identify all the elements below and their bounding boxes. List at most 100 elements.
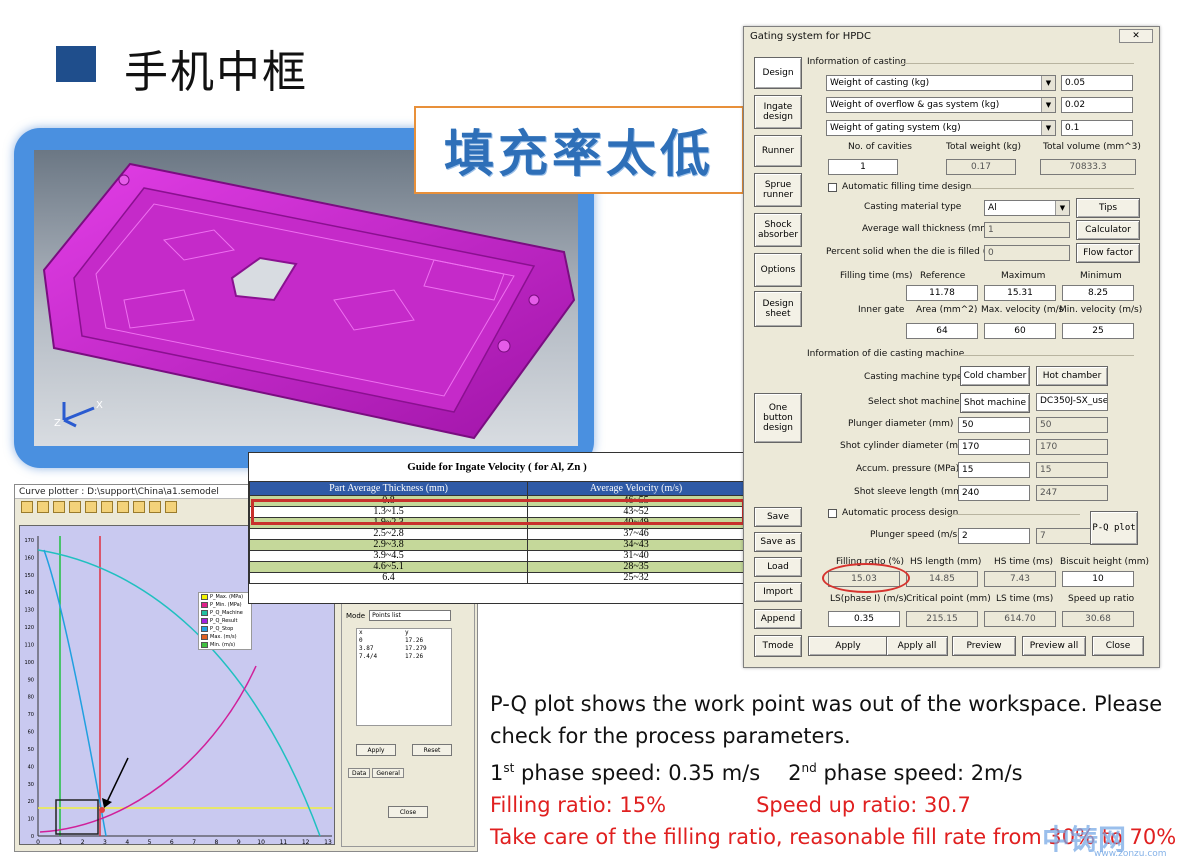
plunger-speed-label: Plunger speed (m/s) [870, 530, 961, 540]
shot-sleeve-label: Shot sleeve length (mm) [854, 487, 966, 497]
auto-process-checkbox[interactable] [828, 509, 837, 518]
shot-cylinder-input[interactable]: 170 [958, 439, 1030, 455]
open-icon[interactable] [37, 501, 49, 513]
tab-general[interactable]: General [372, 768, 404, 778]
model-viewport[interactable]: X Z [34, 150, 578, 446]
hot-chamber-button[interactable]: Hot chamber [1036, 366, 1108, 386]
weight-casting-select[interactable]: Weight of casting (kg) ▼ [826, 75, 1056, 91]
new-icon[interactable] [21, 501, 33, 513]
nav-sprue-runner[interactable]: Sprue runner [754, 173, 802, 207]
table-row[interactable]: 7.4/4 17.26 [357, 653, 451, 661]
tmode-button[interactable]: Tmode [754, 635, 802, 657]
nav-design-sheet[interactable]: Design sheet [754, 291, 802, 327]
save-button[interactable]: Save [754, 507, 802, 527]
nav-ingate-design[interactable]: Ingate design [754, 95, 802, 129]
properties-icon[interactable] [117, 501, 129, 513]
table-row[interactable]: 3.87 17.279 [357, 645, 451, 653]
close-button[interactable]: Close [1092, 636, 1144, 656]
zoom-out-icon[interactable] [165, 501, 177, 513]
print-icon[interactable] [101, 501, 113, 513]
legend-item: Min. (m/s) [199, 641, 251, 649]
nav-options[interactable]: Options [754, 253, 802, 287]
total-volume-label: Total volume (mm^3) [1043, 142, 1141, 152]
cavities-input[interactable]: 1 [828, 159, 898, 175]
import-button[interactable]: Import [754, 582, 802, 602]
points-table[interactable]: xy 0 17.26 3.87 17.279 7.4/4 17.26 [356, 628, 452, 726]
x-tick-label: 1 [58, 839, 62, 846]
weight-gating-input[interactable]: 0.1 [1061, 120, 1133, 136]
legend-swatch [201, 618, 208, 624]
plunger-diameter-input[interactable]: 50 [958, 417, 1030, 433]
plot-close-button[interactable]: Close [388, 806, 428, 818]
biscuit-height-input[interactable]: 10 [1062, 571, 1134, 587]
material-select[interactable]: Al ▼ [984, 200, 1070, 216]
tips-button[interactable]: Tips [1076, 198, 1140, 218]
append-button[interactable]: Append [754, 609, 802, 629]
x-tick-label: 6 [170, 839, 174, 846]
weight-overflow-select[interactable]: Weight of overflow & gas system (kg) ▼ [826, 97, 1056, 113]
nav-one-button-design[interactable]: One button design [754, 393, 802, 443]
preview-all-button[interactable]: Preview all [1022, 636, 1086, 656]
table-row: 3.9~4.5 31~40 [248, 550, 745, 562]
cold-chamber-button[interactable]: Cold chamber [960, 366, 1030, 386]
minimum-time-input[interactable]: 8.25 [1062, 285, 1134, 301]
flow-factor-button[interactable]: Flow factor [1076, 243, 1140, 263]
plot-apply-button[interactable]: Apply [356, 744, 396, 756]
auto-filling-checkbox[interactable] [828, 183, 837, 192]
callout-text: 填充率太低 [444, 124, 714, 183]
reference-time-input[interactable]: 11.78 [906, 285, 978, 301]
import-icon[interactable] [85, 501, 97, 513]
pointer-icon[interactable] [133, 501, 145, 513]
shot-sleeve-input[interactable]: 240 [958, 485, 1030, 501]
ls-speed-input[interactable]: 0.35 [828, 611, 900, 627]
weight-casting-input[interactable]: 0.05 [1061, 75, 1133, 91]
y-tick-label: 150 [24, 573, 34, 579]
y-tick-label: 40 [28, 764, 34, 770]
apply-button[interactable]: Apply [808, 636, 888, 656]
plot-reset-button[interactable]: Reset [412, 744, 452, 756]
accum-pressure-input[interactable]: 15 [958, 462, 1030, 478]
x-axis-ticks: 0 1 2 3 4 5 6 7 8 9 10 11 12 13 [36, 839, 332, 846]
nav-design[interactable]: Design [754, 57, 802, 89]
plunger-speed-input[interactable]: 2 [958, 528, 1030, 544]
min-velocity-input[interactable]: 25 [1062, 323, 1134, 339]
preview-button[interactable]: Preview [952, 636, 1016, 656]
calculator-button[interactable]: Calculator [1076, 220, 1140, 240]
max-velocity-input[interactable]: 60 [984, 323, 1056, 339]
nav-shock-absorber[interactable]: Shock absorber [754, 213, 802, 247]
ingate-velocity-guide: Guide for Ingate Velocity ( for Al, Zn )… [248, 452, 746, 604]
wall-thickness-input[interactable]: 1 [984, 222, 1070, 238]
shot-machine-button[interactable]: Shot machine [960, 393, 1030, 413]
dialog-close-button[interactable]: ✕ [1119, 29, 1153, 43]
x-tick-label: 0 [36, 839, 40, 846]
x-tick-label: 7 [192, 839, 196, 846]
min-velocity-label: Min. velocity (m/s) [1059, 305, 1143, 315]
load-button[interactable]: Load [754, 557, 802, 577]
weight-gating-select[interactable]: Weight of gating system (kg) ▼ [826, 120, 1056, 136]
nav-runner[interactable]: Runner [754, 135, 802, 167]
table-row[interactable]: 0 17.26 [357, 637, 451, 645]
axis-z-label: Z [54, 418, 61, 429]
hs-length-label: HS length (mm) [910, 557, 982, 567]
total-weight-label: Total weight (kg) [946, 142, 1022, 152]
maximum-time-input[interactable]: 15.31 [984, 285, 1056, 301]
export-icon[interactable] [69, 501, 81, 513]
filling-time-label: Filling time (ms) [840, 271, 913, 281]
y-tick-label: 120 [24, 625, 34, 631]
area-input[interactable]: 64 [906, 323, 978, 339]
pq-plot-button[interactable]: P-Q plot [1090, 511, 1138, 545]
apply-all-button[interactable]: Apply all [886, 636, 948, 656]
zoom-in-icon[interactable] [149, 501, 161, 513]
save-icon[interactable] [53, 501, 65, 513]
weight-overflow-input[interactable]: 0.02 [1061, 97, 1133, 113]
mode-select[interactable]: Points list [369, 610, 452, 621]
x-tick-label: 12 [302, 839, 310, 846]
filling-ratio-highlight [822, 563, 910, 593]
y-tick-label: 80 [28, 695, 34, 701]
tab-data[interactable]: Data [348, 768, 371, 778]
y-tick-label: 0 [31, 834, 34, 840]
y-tick-label: 20 [28, 799, 34, 805]
save-as-button[interactable]: Save as [754, 532, 802, 552]
percent-solid-input[interactable]: 0 [984, 245, 1070, 261]
table-row: 2.5~2.8 37~46 [248, 528, 745, 540]
